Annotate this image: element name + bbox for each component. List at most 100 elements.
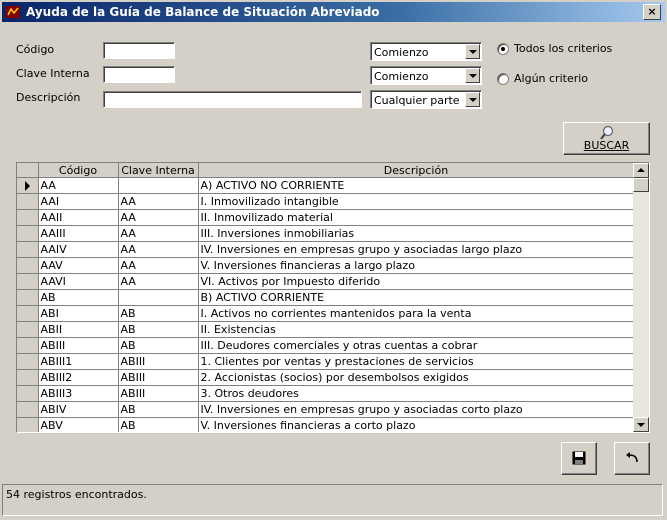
cell-descripcion[interactable]: I. Inmovilizado intangible [198, 193, 635, 210]
cell-codigo[interactable]: AAV [38, 257, 119, 274]
cell-codigo[interactable]: AAI [38, 193, 119, 210]
table-row[interactable]: AA A) ACTIVO NO CORRIENTE [17, 177, 635, 194]
scroll-thumb[interactable] [633, 178, 649, 192]
column-header-descripcion[interactable]: Descripción [198, 163, 635, 178]
cell-descripcion[interactable]: 3. Otros deudores [198, 385, 635, 402]
row-indicator[interactable] [17, 353, 39, 370]
table-row[interactable]: ABI AB I. Activos no corrientes mantenidos… [17, 305, 635, 322]
cell-descripcion[interactable]: B) ACTIVO CORRIENTE [198, 289, 635, 306]
vertical-scrollbar[interactable] [633, 163, 649, 432]
table-row[interactable]: ABIII AB III. Deudores comerciales y otras… [17, 337, 635, 354]
table-row[interactable]: ABII AB II. Existencias [17, 321, 635, 338]
cell-codigo[interactable]: AB [38, 289, 119, 306]
cell-descripcion[interactable]: A) ACTIVO NO CORRIENTE [198, 177, 635, 194]
results-grid[interactable]: Código Clave Interna Descripción AA A) AC… [16, 162, 650, 433]
table-row[interactable]: AAIII AA III. Inversiones inmobiliarias [17, 225, 635, 242]
table-row[interactable]: AAV AA V. Inversiones financieras a largo … [17, 257, 635, 274]
cell-clave-interna[interactable]: ABIII [118, 353, 199, 370]
cell-codigo[interactable]: AAIV [38, 241, 119, 258]
cell-clave-interna[interactable]: AA [118, 209, 199, 226]
table-row[interactable]: ABIII2 ABIII 2. Accionistas (socios) por d… [17, 369, 635, 386]
cell-descripcion[interactable]: III. Deudores comerciales y otras cuenta… [198, 337, 635, 354]
chevron-down-icon[interactable] [465, 44, 480, 59]
cell-clave-interna[interactable]: AA [118, 193, 199, 210]
cell-descripcion[interactable]: VI. Activos por Impuesto diferido [198, 273, 635, 290]
cell-clave-interna[interactable]: AA [118, 273, 199, 290]
scroll-up-button[interactable] [633, 163, 649, 178]
cell-clave-interna[interactable]: ABIII [118, 369, 199, 386]
row-indicator[interactable] [17, 257, 39, 274]
cell-clave-interna[interactable] [118, 289, 199, 306]
radio-algun-criterio[interactable] [497, 73, 509, 85]
clave-match-select[interactable]: Comienzo [370, 66, 482, 85]
cell-descripcion[interactable]: II. Inmovilizado material [198, 209, 635, 226]
cell-codigo[interactable]: ABIII3 [38, 385, 119, 402]
save-button[interactable] [561, 442, 597, 475]
row-indicator[interactable] [17, 209, 39, 226]
table-row[interactable]: AAVI AA VI. Activos por Impuesto diferido [17, 273, 635, 290]
row-indicator[interactable] [17, 193, 39, 210]
cell-clave-interna[interactable]: AB [118, 417, 199, 432]
cell-descripcion[interactable]: 1. Clientes por ventas y prestaciones de… [198, 353, 635, 370]
cell-codigo[interactable]: ABIII [38, 337, 119, 354]
row-indicator[interactable] [17, 177, 39, 194]
cell-descripcion[interactable]: II. Existencias [198, 321, 635, 338]
cell-descripcion[interactable]: IV. Inversiones en empresas grupo y asoc… [198, 241, 635, 258]
cell-descripcion[interactable]: IV. Inversiones en empresas grupo y asoc… [198, 401, 635, 418]
cell-clave-interna[interactable] [118, 177, 199, 194]
row-indicator[interactable] [17, 241, 39, 258]
cell-codigo[interactable]: AAII [38, 209, 119, 226]
cell-clave-interna[interactable]: AB [118, 321, 199, 338]
cell-codigo[interactable]: ABIII2 [38, 369, 119, 386]
cell-codigo[interactable]: ABV [38, 417, 119, 432]
row-indicator[interactable] [17, 337, 39, 354]
column-header-codigo[interactable]: Código [38, 163, 119, 178]
table-row[interactable]: AAIV AA IV. Inversiones en empresas grupo … [17, 241, 635, 258]
row-indicator[interactable] [17, 401, 39, 418]
chevron-down-icon[interactable] [465, 92, 480, 107]
cell-clave-interna[interactable]: AA [118, 225, 199, 242]
row-indicator[interactable] [17, 385, 39, 402]
clave-interna-input[interactable] [103, 66, 175, 83]
cell-clave-interna[interactable]: ABIII [118, 385, 199, 402]
buscar-button[interactable]: BUSCAR [563, 122, 650, 155]
table-row[interactable]: AAI AA I. Inmovilizado intangible [17, 193, 635, 210]
radio-algun-criterio-label[interactable]: Algún criterio [514, 72, 588, 85]
cell-codigo[interactable]: ABI [38, 305, 119, 322]
cell-codigo[interactable]: ABIV [38, 401, 119, 418]
cell-clave-interna[interactable]: AA [118, 241, 199, 258]
row-indicator[interactable] [17, 289, 39, 306]
cell-clave-interna[interactable]: AB [118, 305, 199, 322]
row-indicator[interactable] [17, 273, 39, 290]
radio-todos-criterios[interactable] [497, 43, 509, 55]
cell-codigo[interactable]: ABIII1 [38, 353, 119, 370]
cell-clave-interna[interactable]: AB [118, 337, 199, 354]
chevron-down-icon[interactable] [465, 68, 480, 83]
table-row[interactable]: ABV AB V. Inversiones financieras a corto … [17, 417, 635, 432]
cell-clave-interna[interactable]: AA [118, 257, 199, 274]
close-button[interactable]: × [643, 4, 661, 20]
back-button[interactable] [614, 442, 650, 475]
cell-codigo[interactable]: AA [38, 177, 119, 194]
row-indicator[interactable] [17, 321, 39, 338]
cell-descripcion[interactable]: III. Inversiones inmobiliarias [198, 225, 635, 242]
row-indicator[interactable] [17, 417, 39, 432]
column-header-clave-interna[interactable]: Clave Interna [118, 163, 199, 178]
cell-codigo[interactable]: ABII [38, 321, 119, 338]
cell-descripcion[interactable]: I. Activos no corrientes mantenidos para… [198, 305, 635, 322]
radio-todos-criterios-label[interactable]: Todos los criterios [514, 42, 612, 55]
descripcion-match-select[interactable]: Cualquier parte [370, 90, 482, 109]
table-row[interactable]: AB B) ACTIVO CORRIENTE [17, 289, 635, 306]
codigo-match-select[interactable]: Comienzo [370, 42, 482, 61]
codigo-input[interactable] [103, 42, 175, 59]
table-row[interactable]: ABIV AB IV. Inversiones en empresas grupo … [17, 401, 635, 418]
table-row[interactable]: AAII AA II. Inmovilizado material [17, 209, 635, 226]
descripcion-input[interactable] [103, 91, 362, 108]
cell-codigo[interactable]: AAVI [38, 273, 119, 290]
cell-codigo[interactable]: AAIII [38, 225, 119, 242]
row-indicator[interactable] [17, 369, 39, 386]
table-row[interactable]: ABIII1 ABIII 1. Clientes por ventas y pres… [17, 353, 635, 370]
cell-descripcion[interactable]: V. Inversiones financieras a largo plazo [198, 257, 635, 274]
cell-descripcion[interactable]: V. Inversiones financieras a corto plazo [198, 417, 635, 432]
cell-clave-interna[interactable]: AB [118, 401, 199, 418]
